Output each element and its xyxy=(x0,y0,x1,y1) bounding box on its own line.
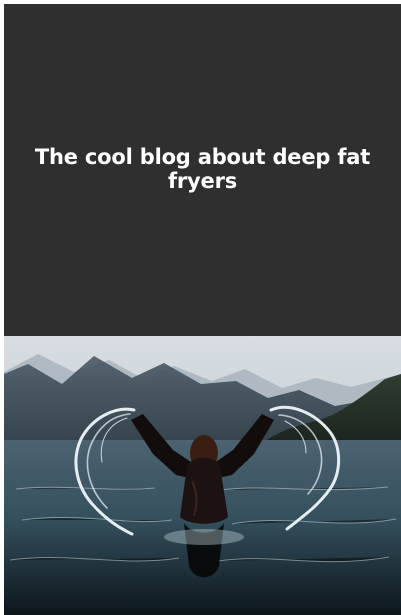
splash-ring xyxy=(164,529,244,545)
blog-cover-screen: The cool blog about deep fat fryers xyxy=(0,0,401,615)
hero-photo xyxy=(4,336,401,615)
blog-title: The cool blog about deep fat fryers xyxy=(34,145,371,193)
lake-swimmer-image xyxy=(4,336,401,615)
title-cover: The cool blog about deep fat fryers xyxy=(4,4,401,336)
